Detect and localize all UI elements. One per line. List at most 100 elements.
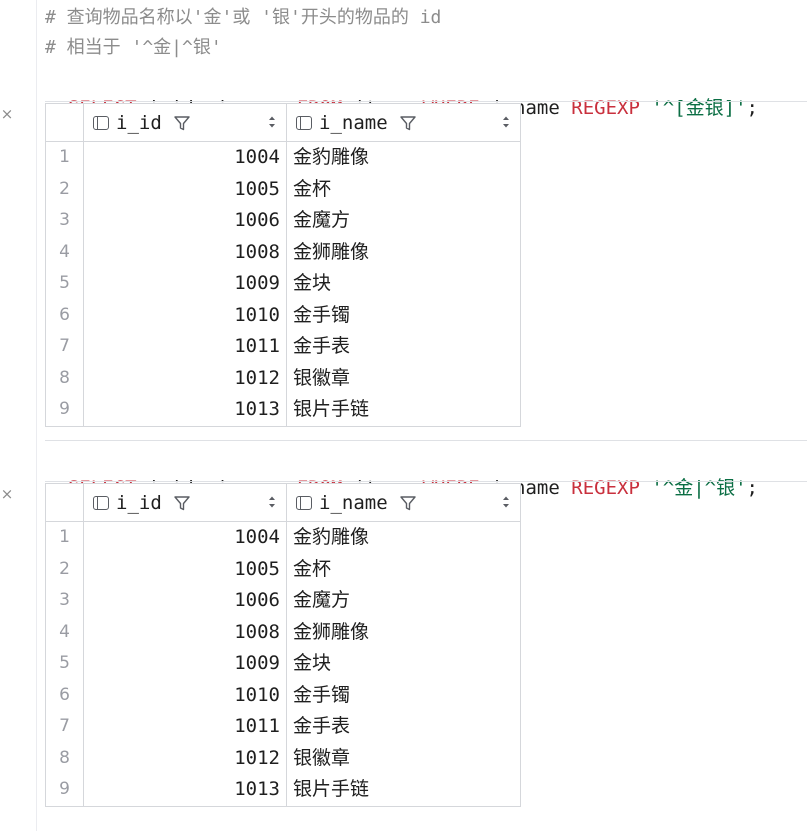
- cell-i-id[interactable]: 1013: [84, 774, 287, 806]
- table-row[interactable]: 7 1011 金手表: [46, 711, 520, 743]
- table-row[interactable]: 8 1012 银徽章: [46, 742, 520, 775]
- sql-query-line-1[interactable]: SELECT i_id, i_name FROM items WHERE i_n…: [45, 63, 807, 119]
- sort-icon[interactable]: [268, 115, 276, 129]
- editor-separator: [45, 440, 807, 441]
- row-number: 1: [46, 142, 84, 174]
- column-icon: [93, 115, 109, 130]
- column-header-label: i_name: [319, 491, 388, 514]
- close-result-1-icon[interactable]: ×: [0, 107, 14, 122]
- table-row[interactable]: 4 1008 金狮雕像: [46, 236, 520, 269]
- cell-i-id[interactable]: 1006: [84, 585, 287, 617]
- sort-icon[interactable]: [268, 495, 276, 509]
- row-number: 8: [46, 742, 84, 774]
- row-number: 2: [46, 553, 84, 585]
- row-number: 7: [46, 331, 84, 363]
- row-number-header: [46, 104, 84, 141]
- filter-icon[interactable]: [399, 494, 417, 512]
- table-row[interactable]: 5 1009 金块: [46, 268, 520, 300]
- cell-i-name[interactable]: 金手镯: [287, 300, 520, 332]
- cell-i-id[interactable]: 1008: [84, 616, 287, 648]
- cell-i-id[interactable]: 1012: [84, 742, 287, 774]
- cell-i-name[interactable]: 金狮雕像: [287, 237, 520, 269]
- cell-i-id[interactable]: 1005: [84, 553, 287, 585]
- cell-i-name[interactable]: 金手表: [287, 711, 520, 743]
- cell-i-name[interactable]: 金块: [287, 648, 520, 680]
- cell-i-id[interactable]: 1013: [84, 394, 287, 426]
- cell-i-name[interactable]: 金魔方: [287, 585, 520, 617]
- cell-i-id[interactable]: 1010: [84, 679, 287, 711]
- row-number: 2: [46, 173, 84, 205]
- table-row[interactable]: 8 1012 银徽章: [46, 362, 520, 395]
- column-header-i_name[interactable]: i_name: [287, 104, 520, 141]
- table-row[interactable]: 2 1005 金杯: [46, 553, 520, 586]
- table-row[interactable]: 3 1006 金魔方: [46, 585, 520, 617]
- table-row[interactable]: 9 1013 银片手链: [46, 774, 520, 806]
- row-number: 9: [46, 774, 84, 806]
- cell-i-id[interactable]: 1005: [84, 173, 287, 205]
- row-number: 7: [46, 711, 84, 743]
- column-icon: [296, 495, 312, 510]
- column-header-i_id[interactable]: i_id: [84, 484, 287, 521]
- grid-header-row: i_id i_name: [46, 484, 520, 522]
- column-header-label: i_id: [116, 491, 162, 514]
- table-row[interactable]: 3 1006 金魔方: [46, 205, 520, 237]
- table-row[interactable]: 6 1010 金手镯: [46, 299, 520, 332]
- filter-icon[interactable]: [173, 494, 191, 512]
- row-number: 6: [46, 679, 84, 711]
- cell-i-name[interactable]: 金杯: [287, 554, 520, 586]
- row-number: 5: [46, 648, 84, 680]
- cell-i-name[interactable]: 金豹雕像: [287, 522, 520, 554]
- cell-i-name[interactable]: 金魔方: [287, 205, 520, 237]
- cell-i-id[interactable]: 1011: [84, 331, 287, 363]
- editor-gutter: [0, 0, 37, 831]
- column-header-i_name[interactable]: i_name: [287, 484, 520, 521]
- cell-i-id[interactable]: 1011: [84, 711, 287, 743]
- cell-i-name[interactable]: 金狮雕像: [287, 617, 520, 649]
- cell-i-id[interactable]: 1004: [84, 142, 287, 174]
- cell-i-id[interactable]: 1008: [84, 236, 287, 268]
- table-row[interactable]: 4 1008 金狮雕像: [46, 616, 520, 649]
- row-number: 5: [46, 268, 84, 300]
- cell-i-name[interactable]: 银片手链: [287, 774, 520, 806]
- table-row[interactable]: 9 1013 银片手链: [46, 394, 520, 426]
- cell-i-name[interactable]: 金块: [287, 268, 520, 300]
- row-number: 9: [46, 394, 84, 426]
- table-row[interactable]: 7 1011 金手表: [46, 331, 520, 363]
- table-row[interactable]: 1 1004 金豹雕像: [46, 142, 520, 174]
- cell-i-id[interactable]: 1009: [84, 648, 287, 680]
- cell-i-id[interactable]: 1012: [84, 362, 287, 394]
- filter-icon[interactable]: [399, 114, 417, 132]
- sort-icon[interactable]: [502, 115, 510, 129]
- cell-i-name[interactable]: 金豹雕像: [287, 142, 520, 174]
- row-number: 3: [46, 585, 84, 617]
- column-icon: [93, 495, 109, 510]
- cell-i-name[interactable]: 金手表: [287, 331, 520, 363]
- cell-i-id[interactable]: 1010: [84, 299, 287, 331]
- table-row[interactable]: 5 1009 金块: [46, 648, 520, 680]
- table-row[interactable]: 6 1010 金手镯: [46, 679, 520, 712]
- column-header-label: i_id: [116, 111, 162, 134]
- cell-i-id[interactable]: 1006: [84, 205, 287, 237]
- cell-i-name[interactable]: 银徽章: [287, 743, 520, 775]
- row-number: 8: [46, 362, 84, 394]
- cell-i-name[interactable]: 金杯: [287, 174, 520, 206]
- table-row[interactable]: 1 1004 金豹雕像: [46, 522, 520, 554]
- grid-header-row: i_id i_name: [46, 104, 520, 142]
- row-number: 4: [46, 616, 84, 648]
- column-icon: [296, 115, 312, 130]
- close-result-2-icon[interactable]: ×: [0, 487, 14, 502]
- result-grid-1: i_id i_name 1 1004 金豹雕像 2 1005 金杯 3 1006 金魔方 4 1008 金…: [45, 103, 521, 427]
- column-header-i_id[interactable]: i_id: [84, 104, 287, 141]
- cell-i-name[interactable]: 银片手链: [287, 394, 520, 426]
- sql-comment-line-1: # 查询物品名称以'金'或 '银'开头的物品的 id: [45, 7, 442, 28]
- cell-i-id[interactable]: 1009: [84, 268, 287, 300]
- cell-i-name[interactable]: 银徽章: [287, 363, 520, 395]
- cell-i-name[interactable]: 金手镯: [287, 680, 520, 712]
- table-row[interactable]: 2 1005 金杯: [46, 173, 520, 206]
- editor-separator: [45, 101, 807, 102]
- sort-icon[interactable]: [502, 495, 510, 509]
- column-header-label: i_name: [319, 111, 388, 134]
- filter-icon[interactable]: [173, 114, 191, 132]
- sql-query-line-2[interactable]: SELECT i_id, i_name FROM items WHERE i_n…: [45, 443, 807, 499]
- cell-i-id[interactable]: 1004: [84, 522, 287, 554]
